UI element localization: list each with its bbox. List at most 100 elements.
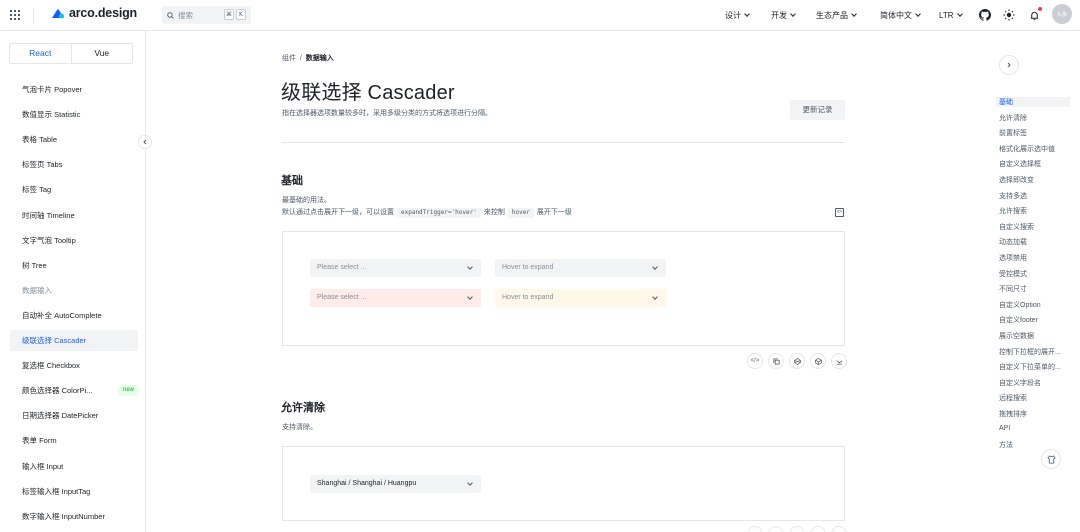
- sidebar-item-label: 标签 Tag: [22, 185, 52, 195]
- anchor-link[interactable]: 远程搜索: [999, 393, 1071, 403]
- chevron-down-icon: [744, 11, 750, 17]
- sidebar-item-label: 复选框 Checkbox: [22, 361, 80, 371]
- stackblitz-icon[interactable]: [831, 353, 847, 369]
- anchor-link[interactable]: 自定义footer: [999, 315, 1071, 325]
- apps-grid-icon[interactable]: [10, 10, 20, 20]
- top-header: arco.design 搜索 ⌘ K 设计 开发 生态产品 简体中文 LTR 头…: [0, 0, 1080, 31]
- sidebar-item[interactable]: 标签 Tag: [10, 179, 138, 200]
- anchor-link[interactable]: 自定义字段名: [999, 378, 1071, 388]
- anchor-link[interactable]: API: [999, 425, 1071, 432]
- sidebar-item-label: 数据输入: [22, 285, 52, 295]
- anchor-link[interactable]: 拖拽排序: [999, 409, 1071, 419]
- anchor-link[interactable]: 控制下拉框的展开...: [999, 347, 1071, 357]
- toggle-anchor-button[interactable]: [999, 55, 1019, 75]
- anchor-link[interactable]: 自定义搜索: [999, 222, 1071, 232]
- sidebar-item-label: 日期选择器 DatePicker: [22, 411, 99, 421]
- section-desc-basic: 最基础的用法。: [282, 197, 331, 204]
- anchor-link[interactable]: 基础: [996, 97, 1070, 107]
- sidebar-item[interactable]: 数值显示 Statistic: [10, 104, 138, 125]
- sidebar-item-label: 文字气泡 Tooltip: [22, 235, 76, 245]
- sidebar-item[interactable]: 气泡卡片 Popover: [10, 79, 138, 100]
- changelog-button[interactable]: 更新记录: [790, 100, 845, 120]
- anchor-link[interactable]: 格式化展示选中值: [999, 144, 1071, 154]
- nav-develop[interactable]: 开发: [771, 0, 796, 31]
- breadcrumb-current: 数据输入: [305, 55, 334, 62]
- code-snippet: expandTrigger='hover': [397, 208, 481, 218]
- sun-theme-icon[interactable]: [1002, 8, 1016, 22]
- avatar[interactable]: 头像: [1052, 4, 1072, 24]
- collapse-sidebar-button[interactable]: [138, 135, 152, 149]
- sidebar-group-title: 数据输入: [10, 280, 138, 301]
- stackblitz-icon[interactable]: [831, 526, 847, 532]
- search-input[interactable]: 搜索 ⌘ K: [162, 6, 251, 24]
- cascader-select-error[interactable]: Please select ...: [310, 289, 481, 307]
- nav-language-label: 简体中文: [880, 11, 912, 20]
- codepen-icon[interactable]: [789, 526, 805, 532]
- select-placeholder: Please select ...: [317, 294, 367, 301]
- anchor-link[interactable]: 选项禁用: [999, 253, 1071, 263]
- sidebar-item[interactable]: 数字输入框 InputNumber: [10, 506, 138, 527]
- github-icon[interactable]: [978, 8, 992, 22]
- code-toggle-icon[interactable]: <>: [835, 208, 844, 217]
- chevron-down-icon: [915, 11, 921, 17]
- anchor-link[interactable]: 选择即改变: [999, 175, 1071, 185]
- sidebar-item[interactable]: 颜色选择器 ColorPi... new: [10, 380, 140, 401]
- anchor-link[interactable]: 不同尺寸: [999, 284, 1071, 294]
- anchor-link[interactable]: 支持多选: [999, 191, 1071, 201]
- anchor-link[interactable]: 展示空数据: [999, 331, 1071, 341]
- sidebar-item-label: 自动补全 AutoComplete: [22, 310, 102, 320]
- codepen-icon[interactable]: [789, 353, 805, 369]
- sidebar-item[interactable]: 日期选择器 DatePicker: [10, 405, 138, 426]
- nav-language[interactable]: 简体中文: [880, 0, 921, 31]
- desc-text: 展开下一级: [536, 209, 572, 216]
- anchor-link[interactable]: 前置标签: [999, 128, 1071, 138]
- anchor-link[interactable]: 动态加载: [999, 237, 1071, 247]
- select-placeholder: Please select ...: [317, 264, 367, 271]
- copy-icon[interactable]: [768, 353, 784, 369]
- sidebar-item[interactable]: 时间轴 Timeline: [10, 205, 138, 226]
- chevron-down-icon: [467, 294, 473, 300]
- sidebar-item-label: 标签输入框 InputTag: [22, 486, 91, 496]
- nav-ecosystem[interactable]: 生态产品: [816, 0, 857, 31]
- sidebar-item[interactable]: 复选框 Checkbox: [10, 355, 138, 376]
- cascader-hover-select[interactable]: Hover to expand: [495, 259, 666, 277]
- chevron-down-icon: [652, 294, 658, 300]
- sidebar-item-label: 气泡卡片 Popover: [22, 85, 83, 94]
- tab-react[interactable]: React: [10, 44, 72, 63]
- chevron-down-icon: [790, 11, 796, 17]
- section-desc-clear: 支持清除。: [282, 424, 317, 431]
- anchor-link[interactable]: 允许搜索: [999, 206, 1071, 216]
- cascader-select-filled[interactable]: Shanghai / Shanghai / Huangpu: [310, 475, 481, 493]
- sidebar-item[interactable]: 自动补全 AutoComplete: [10, 305, 138, 326]
- nav-design[interactable]: 设计: [725, 0, 750, 31]
- copy-icon[interactable]: [768, 526, 784, 532]
- anchor-link[interactable]: 受控模式: [999, 269, 1071, 279]
- sidebar-item[interactable]: 输入框 Input: [10, 456, 138, 477]
- codesandbox-icon[interactable]: [810, 526, 826, 532]
- sidebar-item[interactable]: 表格 Table: [10, 129, 138, 150]
- sidebar-item[interactable]: 标签输入框 InputTag: [10, 481, 138, 502]
- brand-logo[interactable]: arco.design: [51, 6, 137, 20]
- feedback-button[interactable]: [1041, 449, 1061, 469]
- tab-vue[interactable]: Vue: [72, 44, 133, 63]
- code-icon[interactable]: </>: [747, 353, 763, 369]
- cascader-select[interactable]: Please select ...: [310, 259, 481, 277]
- codesandbox-icon[interactable]: [810, 353, 826, 369]
- anchor-link[interactable]: 自定义Option: [999, 300, 1071, 310]
- breadcrumb-item[interactable]: 组件: [282, 55, 296, 62]
- sidebar-item[interactable]: 文字气泡 Tooltip: [10, 230, 138, 251]
- sidebar-item[interactable]: 级联选择 Cascader: [10, 330, 138, 351]
- sidebar-item[interactable]: 标签页 Tabs: [10, 154, 138, 175]
- nav-direction[interactable]: LTR: [939, 0, 963, 31]
- anchor-link[interactable]: 自定义下拉菜单的...: [999, 362, 1071, 372]
- nav-develop-label: 开发: [771, 11, 787, 20]
- desc-text: 来控制: [483, 209, 505, 216]
- anchor-link[interactable]: 方法: [999, 440, 1071, 450]
- anchor-link[interactable]: 自定义选择框: [999, 159, 1071, 169]
- sidebar-item[interactable]: 表单 Form: [10, 430, 138, 451]
- page-title: 级联选择 Cascader: [281, 82, 455, 104]
- cascader-hover-select-warning[interactable]: Hover to expand: [495, 289, 666, 307]
- sidebar-item[interactable]: 树 Tree: [10, 255, 138, 276]
- anchor-link[interactable]: 允许清除: [999, 113, 1071, 123]
- code-icon[interactable]: [747, 526, 763, 532]
